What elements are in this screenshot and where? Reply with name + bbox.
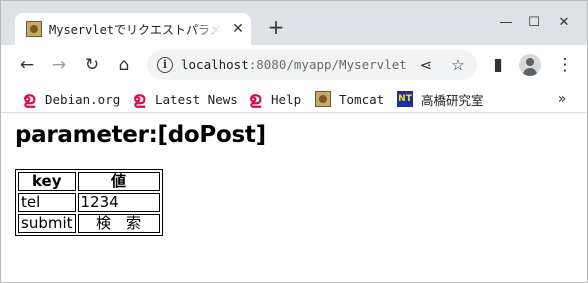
debian-swirl-icon: ഉ [248, 89, 262, 109]
menu-icon[interactable]: ⋮ [553, 53, 577, 77]
new-tab-button[interactable]: + [265, 17, 287, 39]
tomcat-icon [315, 91, 331, 107]
url-text[interactable]: localhost:8080/myapp/Myservlet [181, 57, 407, 73]
bookmark-label: Debian.org [45, 91, 121, 107]
cell-key: tel [18, 193, 76, 212]
side-panel-icon[interactable]: ▮ [486, 53, 510, 77]
table-row: tel 1234 [18, 193, 160, 212]
bookmarks-bar: ഉ Debian.org ഉ Latest News ഉ Help Tomcat… [1, 85, 587, 113]
page-content: parameter:[doPost] key 値 tel 1234 submit… [1, 114, 587, 282]
header-value: 値 [77, 172, 160, 191]
bookmarks-overflow-icon[interactable]: » [554, 90, 570, 108]
url-path: :8080/myapp/Myservlet [248, 57, 407, 72]
bookmark-label: Help [271, 91, 302, 107]
cell-value: 1234 [77, 193, 160, 212]
home-icon[interactable]: ⌂ [112, 53, 136, 77]
bookmark-help[interactable]: ഉ Help [247, 90, 301, 108]
active-tab[interactable]: Myservletでリクエストパラメ ✕ [15, 13, 251, 45]
navigation-toolbar: ← → ↻ ⌂ i localhost:8080/myapp/Myservlet… [1, 45, 587, 85]
debian-swirl-icon: ഉ [132, 89, 146, 109]
bookmark-label: Tomcat [339, 91, 385, 107]
tab-strip: Myservletでリクエストパラメ ✕ + — ☐ ✕ [1, 1, 587, 45]
table-row: submit 検 索 [18, 214, 160, 233]
table-header-row: key 値 [18, 172, 160, 191]
tab-title: Myservletでリクエストパラメ [49, 23, 221, 37]
bookmark-latest-news[interactable]: ഉ Latest News [131, 90, 238, 108]
bookmark-debian[interactable]: ഉ Debian.org [21, 90, 120, 108]
maximize-icon[interactable]: ☐ [524, 13, 544, 33]
bookmark-star-icon[interactable]: ☆ [447, 54, 469, 76]
window-close-icon[interactable]: ✕ [554, 13, 574, 33]
page-title: parameter:[doPost] [15, 122, 266, 148]
share-icon[interactable]: ⋖ [415, 54, 437, 76]
browser-window: Myservletでリクエストパラメ ✕ + — ☐ ✕ ← → ↻ ⌂ i l… [0, 0, 588, 283]
reload-icon[interactable]: ↻ [80, 53, 104, 77]
nt-icon: NT [397, 91, 413, 107]
cell-key: submit [18, 214, 76, 233]
profile-avatar-icon[interactable] [519, 54, 541, 76]
address-bar[interactable]: i localhost:8080/myapp/Myservlet ⋖ ☆ [147, 50, 477, 80]
bookmark-label: 高橋研究室 [421, 92, 484, 108]
tab-close-icon[interactable]: ✕ [229, 20, 247, 38]
tomcat-favicon-icon [26, 21, 42, 37]
minimize-icon[interactable]: — [496, 13, 516, 33]
back-icon[interactable]: ← [15, 53, 39, 77]
url-host: localhost [181, 57, 249, 72]
header-key: key [18, 172, 76, 191]
site-info-icon[interactable]: i [157, 57, 173, 73]
debian-swirl-icon: ഉ [22, 89, 36, 109]
bookmark-takahashi-lab[interactable]: NT 高橋研究室 [397, 90, 484, 108]
forward-icon[interactable]: → [47, 53, 71, 77]
cell-value: 検 索 [77, 214, 160, 233]
bookmark-tomcat[interactable]: Tomcat [315, 90, 384, 108]
parameter-table: key 値 tel 1234 submit 検 索 [15, 169, 163, 236]
bookmark-label: Latest News [155, 91, 238, 107]
